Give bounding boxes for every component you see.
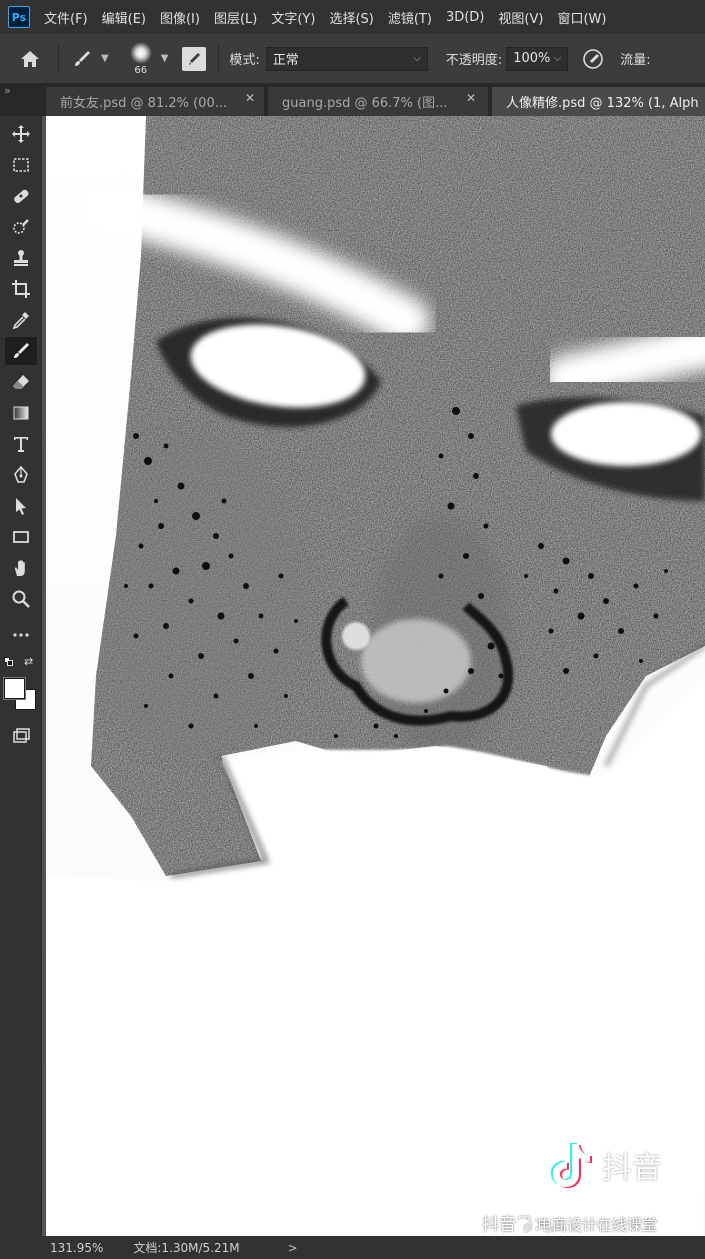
collapse-panels-icon[interactable]: » [4,84,11,97]
menu-select[interactable]: 选择(S) [329,8,373,27]
eraser-icon[interactable] [5,368,37,396]
menu-filter[interactable]: 滤镜(T) [388,8,432,27]
chevron-down-icon[interactable]: ▼ [161,53,169,64]
separator [218,43,220,74]
separator [58,43,59,74]
brush-settings-panel-icon[interactable] [182,46,207,71]
move-tool-icon[interactable] [5,120,37,148]
tab-label: guang.psd @ 66.7% (图... [282,96,448,111]
document-canvas[interactable]: 抖音 抖音号：… 电商设计在线课堂 [46,116,705,1236]
menu-3d[interactable]: 3D(D) [446,10,484,25]
foreground-color-swatch[interactable] [4,678,25,699]
wechat-icon [516,1218,533,1231]
swap-colors-icon[interactable]: ⇄ [24,655,33,668]
menu-image[interactable]: 图像(I) [160,8,200,27]
quick-select-icon[interactable] [5,213,37,241]
pen-tool-icon[interactable] [5,461,37,489]
tab-document-2[interactable]: guang.psd @ 66.7% (图... [268,87,488,116]
healing-brush-icon[interactable] [5,182,37,210]
more-tools-icon[interactable] [5,621,37,649]
face-image [46,116,705,1236]
crop-icon[interactable] [5,275,37,303]
chevron-down-icon: ⌵ [413,53,421,64]
menu-bar: Ps 文件(F) 编辑(E) 图像(I) 图层(L) 文字(Y) 选择(S) 滤… [0,0,705,34]
photoshop-logo: Ps [8,6,30,28]
path-select-icon[interactable] [5,492,37,520]
gradient-icon[interactable] [5,399,37,427]
status-bar: 131.95% 文档:1.30M/5.21M > [0,1236,705,1259]
brush-preset-icon[interactable] [67,39,97,79]
chevron-down-icon: ⌵ [553,53,562,64]
tab-document-1[interactable]: 前女友.psd @ 81.2% (00... [46,87,264,116]
zoom-level[interactable]: 131.95% [50,1241,103,1255]
eyedropper-icon[interactable] [5,306,37,334]
menu-file[interactable]: 文件(F) [44,8,88,27]
flow-label: 流量: [620,53,651,68]
opacity-field[interactable]: 100% ⌵ [506,46,569,71]
menu-layer[interactable]: 图层(L) [214,8,257,27]
clone-stamp-icon[interactable] [5,244,37,272]
tools-panel: ⇄ [0,116,42,1240]
zoom-icon[interactable] [5,585,37,613]
mode-dropdown[interactable]: 正常 ⌵ [265,46,428,71]
wechat-watermark: 电商设计在线课堂 [516,1214,657,1235]
default-colors-icon[interactable] [4,657,14,667]
brush-size-picker[interactable]: 66 [121,37,161,81]
brush-size-value: 66 [134,64,148,76]
close-icon[interactable]: ✕ [245,91,255,105]
status-menu-arrow[interactable]: > [288,1241,298,1255]
tiktok-label: 抖音 [602,1151,662,1186]
type-tool-icon[interactable] [5,430,37,458]
home-icon[interactable] [10,39,50,79]
close-icon[interactable]: ✕ [466,91,476,105]
mode-value: 正常 [272,53,299,68]
mode-label: 模式: [229,53,260,68]
document-size: 文档:1.30M/5.21M [133,1241,240,1255]
opacity-value: 100% [513,51,551,66]
chevron-down-icon[interactable]: ▼ [101,53,109,64]
tiktok-logo-icon [551,1143,592,1188]
menu-window[interactable]: 窗口(W) [557,8,606,27]
rectangle-icon[interactable] [5,523,37,551]
tab-label: 前女友.psd @ 81.2% (00... [60,96,228,111]
brush-tip-preview [129,41,152,64]
opacity-label: 不透明度: [445,53,503,68]
wechat-account: 电商设计在线课堂 [537,1216,658,1234]
menu-view[interactable]: 视图(V) [498,8,543,27]
menu-type[interactable]: 文字(Y) [271,8,315,27]
menu-edit[interactable]: 编辑(E) [102,8,146,27]
pressure-opacity-icon[interactable] [580,46,606,72]
quick-mask-icon[interactable] [5,722,37,750]
hand-tool-icon[interactable] [5,554,37,582]
tab-label: 人像精修.psd @ 132% (1, Alph [506,96,699,111]
tab-document-3[interactable]: 人像精修.psd @ 132% (1, Alph [492,87,705,116]
options-bar: ▼ 66 ▼ 模式: 正常 ⌵ 不透明度: 100% ⌵ 流量: [0,34,705,84]
tiktok-watermark: 抖音 [548,1140,662,1190]
marquee-tool-icon[interactable] [5,151,37,179]
document-tab-bar: » 前女友.psd @ 81.2% (00... ✕ guang.psd @ 6… [0,84,705,116]
brush-icon[interactable] [5,337,37,365]
